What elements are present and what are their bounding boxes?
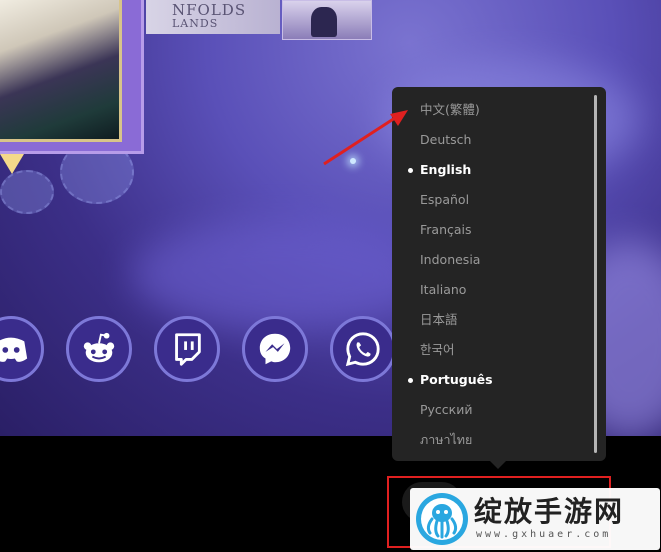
language-list: 中文(繁體) Deutsch English Español Français Indon… [392,95,592,455]
character-art-image [0,0,122,142]
whatsapp-icon [345,332,380,367]
watermark-url: www.gxhuaer.com [476,529,612,540]
messenger-button[interactable] [242,316,308,382]
language-option[interactable]: 日本語 [392,305,592,335]
menu-scrollbar[interactable] [594,95,597,453]
language-option[interactable]: Español [392,185,592,215]
twitch-button[interactable] [154,316,220,382]
discord-icon [0,337,28,362]
character-art-card [0,0,144,154]
art-banner: NFOLDS LANDS [146,0,280,34]
annotation-arrow [323,110,408,166]
language-option[interactable]: 中文(繁體) [392,95,592,125]
language-option[interactable]: Italiano [392,275,592,305]
whatsapp-button[interactable] [330,316,396,382]
site-watermark: 绽放手游网 www.gxhuaer.com [410,488,660,550]
language-option[interactable]: English [392,155,592,185]
language-option[interactable]: Русский [392,395,592,425]
reddit-icon [83,332,115,363]
language-option[interactable]: Français [392,215,592,245]
nebula-glow [130,220,430,330]
language-option[interactable]: ภาษาไทย [392,425,592,455]
messenger-icon [259,333,291,365]
art-banner-title: NFOLDS [172,1,247,19]
decorative-blob [0,170,54,214]
octopus-logo-icon [416,493,468,545]
language-option[interactable]: 한국어 [392,335,592,365]
art-banner-subtitle: LANDS [172,17,219,30]
language-dropdown-menu: 中文(繁體) Deutsch English Español Français Indon… [392,87,606,469]
watermark-title: 绽放手游网 [474,495,625,528]
reddit-button[interactable] [66,316,132,382]
language-option[interactable]: Deutsch [392,125,592,155]
twitch-icon [175,333,201,366]
language-option[interactable]: Indonesia [392,245,592,275]
discord-button[interactable] [0,316,44,382]
decorative-triangle [0,154,24,174]
character-thumbnail [282,0,372,40]
language-option[interactable]: Português [392,365,592,395]
